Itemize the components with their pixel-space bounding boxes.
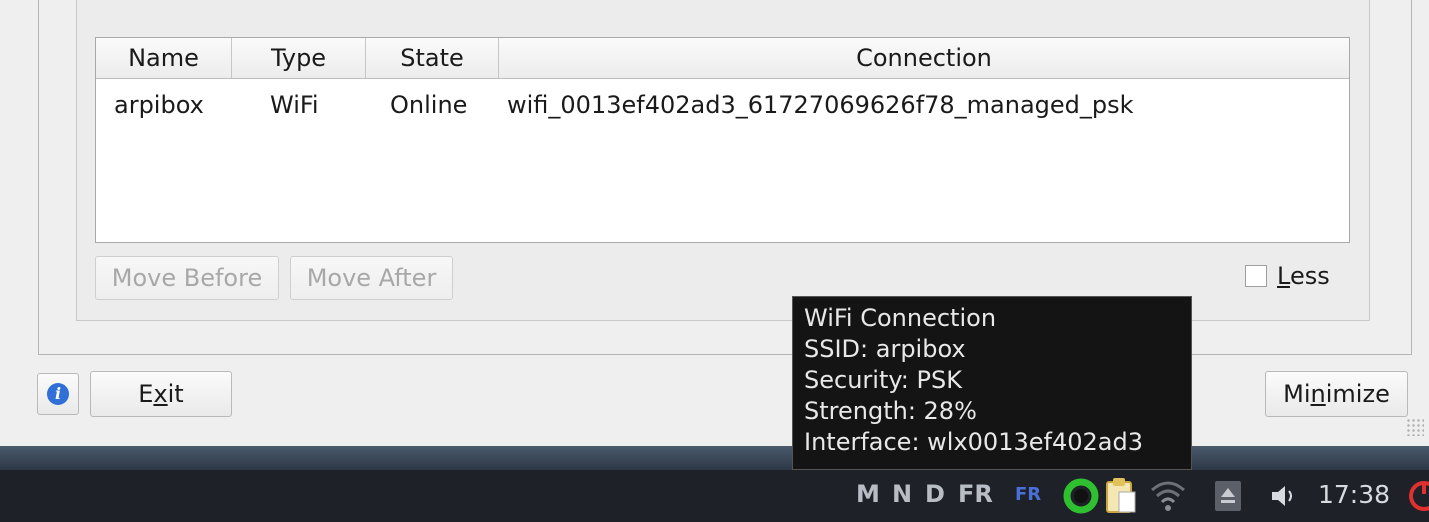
keyboard-layout-indicator[interactable]: FR (1015, 484, 1041, 505)
column-header-connection[interactable]: Connection (499, 38, 1349, 79)
eject-icon[interactable] (1214, 480, 1242, 512)
info-button[interactable]: i (37, 373, 79, 415)
tooltip-strength: Strength: 28% (804, 397, 977, 425)
wifi-icon[interactable] (1148, 478, 1188, 514)
tooltip-security: Security: PSK (804, 366, 962, 394)
tooltip-ssid: SSID: arpibox (804, 335, 966, 363)
less-checkbox[interactable] (1245, 265, 1267, 287)
less-label[interactable]: Less (1277, 262, 1330, 290)
clock[interactable]: 17:38 (1318, 480, 1390, 509)
volume-icon[interactable] (1268, 482, 1300, 510)
taskbar: M N D FR FR 17:38 (0, 470, 1429, 522)
column-header-name[interactable]: Name (96, 38, 232, 79)
shutdown-icon[interactable] (1408, 480, 1429, 512)
resize-grip-icon[interactable] (1406, 418, 1424, 436)
row-type: WiFi (270, 91, 319, 119)
indicator-d[interactable]: D (925, 480, 945, 508)
move-before-button[interactable]: Move Before (95, 256, 279, 300)
tooltip-title: WiFi Connection (804, 304, 997, 332)
services-table: Name Type State Connection arpibox WiFi … (95, 37, 1350, 243)
wifi-tooltip: WiFi Connection SSID: arpibox Security: … (792, 296, 1192, 470)
exit-button[interactable]: Exit (90, 371, 232, 417)
row-name: arpibox (114, 91, 204, 119)
move-after-button[interactable]: Move After (290, 256, 453, 300)
clipboard-icon[interactable] (1103, 476, 1137, 516)
indicator-fr[interactable]: FR (958, 480, 993, 508)
connman-dialog: Name Type State Connection arpibox WiFi … (0, 0, 1429, 446)
indicator-n[interactable]: N (892, 480, 912, 508)
indicator-m[interactable]: M (856, 480, 880, 508)
column-header-type[interactable]: Type (232, 38, 366, 79)
tooltip-interface: Interface: wlx0013ef402ad3 (804, 428, 1143, 456)
green-ring-icon[interactable] (1062, 477, 1100, 515)
info-icon: i (47, 383, 69, 405)
row-connection: wifi_0013ef402ad3_61727069626f78_managed… (507, 91, 1134, 119)
window-bottom-strip (0, 446, 1429, 470)
column-header-state[interactable]: State (366, 38, 499, 79)
row-state: Online (390, 91, 468, 119)
minimize-button[interactable]: Minimize (1265, 371, 1408, 417)
